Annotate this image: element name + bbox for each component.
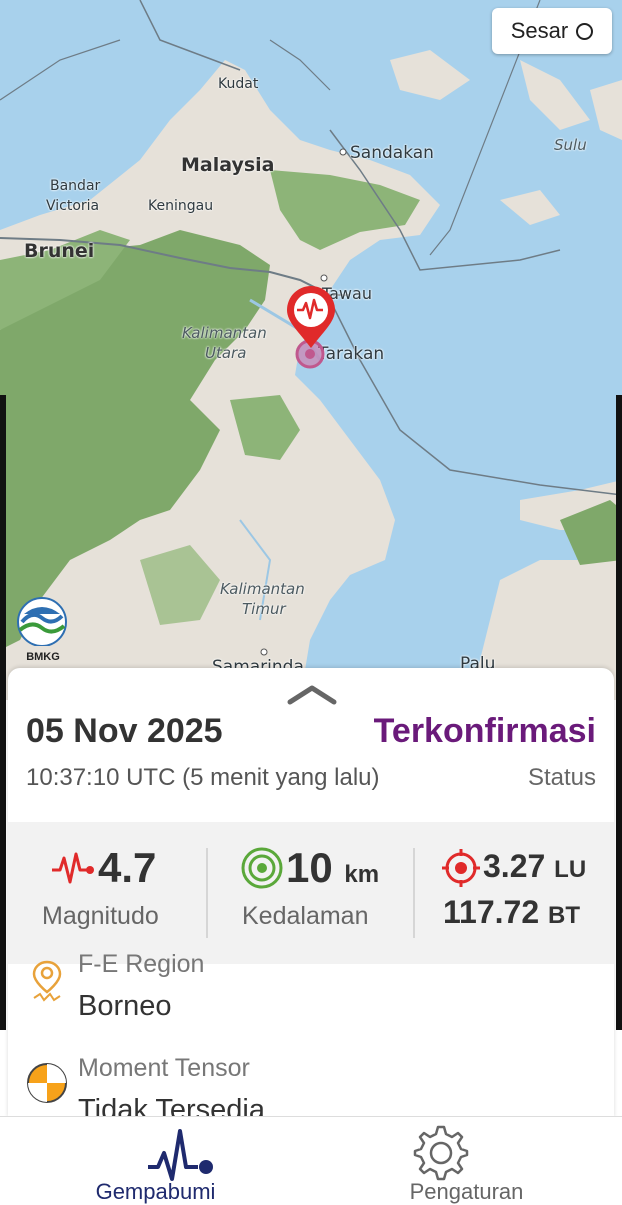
earthquake-detail-panel[interactable]: 05 Nov 2025 Terkonfirmasi 10:37:10 UTC (… [8, 668, 614, 1118]
map-label-utara: Utara [205, 344, 247, 362]
bmkg-logo: BMKG [14, 596, 72, 664]
location-stat: 3.27 LU 117.72 BT [415, 822, 614, 964]
depth-stat: 10 km Kedalaman [208, 822, 413, 964]
bottom-navigation: Gempabumi Pengaturan [0, 1116, 622, 1204]
map-label-timur: Timur [242, 600, 286, 618]
nav-pengaturan[interactable]: Pengaturan [311, 1117, 622, 1204]
chevron-up-icon[interactable] [284, 682, 340, 706]
depth-unit: km [344, 861, 380, 888]
event-date: 05 Nov 2025 [26, 712, 223, 750]
target-icon [442, 849, 480, 887]
depth-number: 10 [286, 844, 333, 891]
map-label-brunei: Brunei [24, 240, 95, 262]
longitude-direction: BT [548, 902, 580, 929]
status-label: Status [527, 764, 596, 791]
fault-layer-toggle[interactable]: Sesar [492, 8, 612, 54]
magnitude-label: Magnitudo [42, 902, 159, 930]
event-time-utc: 10:37:10 UTC [26, 764, 176, 791]
region-location-icon [32, 960, 62, 1002]
fault-layer-label: Sesar [510, 18, 569, 43]
seismograph-icon [52, 852, 94, 884]
event-stats: 4.7 Magnitudo 10 km Kedalaman 3.27 LU 11… [8, 822, 614, 964]
event-status: Terkonfirmasi [373, 712, 596, 750]
nav-gempabumi-label: Gempabumi [95, 1179, 216, 1204]
magnitude-value: 4.7 [98, 844, 157, 891]
nav-pengaturan-label: Pengaturan [409, 1179, 524, 1204]
magnitude-stat: 4.7 Magnitudo [8, 822, 206, 964]
latitude-direction: LU [554, 856, 587, 883]
seismograph-icon [148, 1129, 213, 1181]
depth-rings-icon [241, 847, 283, 889]
map-label-kalimantan-timur: Kalimantan [220, 580, 305, 598]
moment-tensor-value: Tidak Tersedia [78, 1094, 265, 1118]
map-label-malaysia: Malaysia [181, 154, 275, 176]
right-edge-bar [616, 395, 622, 1030]
bmkg-logo-text: BMKG [26, 651, 60, 663]
depth-value: 10 km [286, 844, 379, 892]
latitude-number: 3.27 [483, 848, 546, 884]
map-label-keningau: Keningau [148, 198, 214, 214]
epicenter-pin-icon[interactable] [285, 286, 339, 372]
map-label-sandakan: Sandakan [350, 143, 434, 163]
event-time-relative: (5 menit yang lalu) [182, 764, 380, 791]
gear-icon [413, 1125, 469, 1181]
region-value: Borneo [78, 990, 172, 1022]
map-label-kudat: Kudat [218, 76, 259, 92]
moment-tensor-title: Moment Tensor [78, 1054, 250, 1082]
latitude-value: 3.27 LU [483, 848, 586, 885]
moment-tensor-icon [27, 1063, 67, 1103]
nav-gempabumi[interactable]: Gempabumi [0, 1117, 311, 1204]
longitude-value: 117.72 BT [443, 894, 580, 931]
longitude-number: 117.72 [443, 894, 540, 930]
map-label-kalimantan-utara: Kalimantan [182, 324, 267, 342]
map-label-bandar: Bandar [50, 178, 101, 194]
map-label-victoria: Victoria [46, 198, 100, 214]
region-title: F-E Region [78, 950, 205, 978]
earthquake-map[interactable]: Kudat Malaysia Sandakan Sulu Bandar Vict… [0, 0, 622, 700]
depth-label: Kedalaman [242, 902, 369, 930]
left-edge-bar [0, 395, 6, 1030]
event-time: 10:37:10 UTC (5 menit yang lalu) [26, 764, 380, 792]
map-label-sulu: Sulu [554, 136, 587, 154]
radio-circle-icon [576, 22, 594, 40]
